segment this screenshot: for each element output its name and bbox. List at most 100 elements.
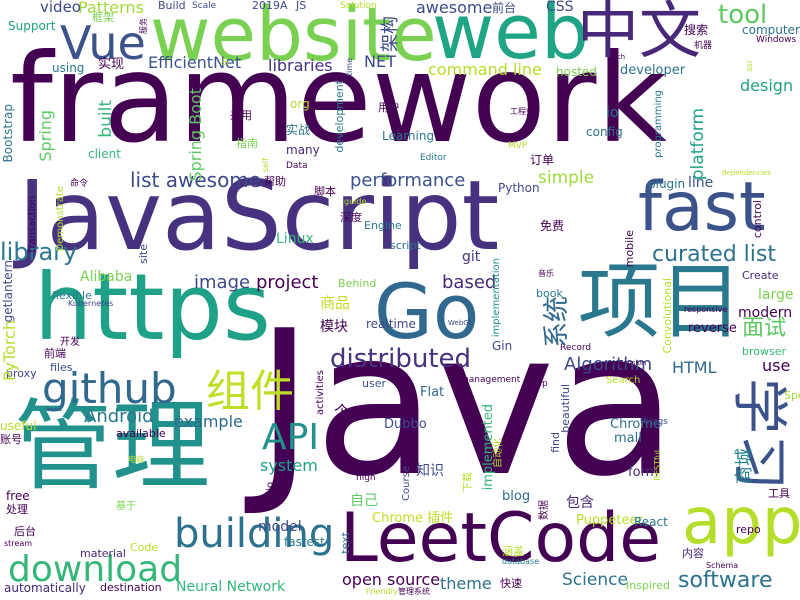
word-dingdan: 订单 bbox=[530, 153, 555, 167]
word-reverse: reverse bbox=[688, 321, 737, 336]
word-baohan: 包含 bbox=[566, 495, 594, 511]
word-command-line: command line bbox=[428, 60, 542, 79]
word-libraries: libraries bbox=[268, 56, 333, 75]
word-zhanghao: 账号 bbox=[0, 433, 22, 446]
word-net: NET bbox=[364, 52, 396, 71]
word-gl: gl bbox=[219, 58, 228, 66]
word-guide: guide bbox=[344, 197, 367, 206]
word-repo: repo bbox=[736, 523, 761, 536]
word-qianduan: 前端 bbox=[44, 347, 66, 360]
word-puppeteer: Puppeteer bbox=[576, 513, 643, 528]
word-code: Code bbox=[130, 541, 159, 554]
word-chuli: 处理 bbox=[6, 503, 28, 516]
word-extension: extension bbox=[612, 359, 647, 367]
word-han-gai: 涵盖 bbox=[502, 545, 524, 558]
word-course: Course bbox=[401, 466, 412, 501]
word-fuwu: 服务 bbox=[139, 18, 148, 34]
word-mvp: MVP bbox=[508, 141, 528, 151]
word-kuaisu: 快速 bbox=[500, 577, 522, 590]
word-alibaba: Alibaba bbox=[80, 269, 133, 285]
word-build: Build bbox=[158, 0, 186, 12]
word-css: CSS bbox=[546, 0, 574, 15]
word-example: example bbox=[174, 412, 243, 431]
word-jiaoben: 脚本 bbox=[314, 185, 336, 198]
word-hosted: hosted bbox=[556, 65, 597, 79]
word-kaifa: 开发 bbox=[60, 337, 80, 348]
word-script: script bbox=[390, 239, 421, 252]
word-mall: mall bbox=[614, 431, 642, 446]
word-fastest: fastest bbox=[284, 535, 325, 549]
word-jiagou: 架构 bbox=[380, 16, 401, 52]
word-mobile: mobile bbox=[623, 230, 636, 268]
word-large: large bbox=[758, 287, 794, 303]
word-activities: activities bbox=[315, 370, 326, 416]
word-support: Support bbox=[8, 19, 56, 33]
word-material: material bbox=[80, 547, 126, 560]
word-available: available bbox=[116, 427, 166, 440]
word-sousuo: 搜索 bbox=[684, 23, 709, 37]
word-windows: Windows bbox=[756, 35, 797, 45]
word-bangzhu: 帮助 bbox=[264, 175, 286, 188]
word-getlantern: getlantern bbox=[1, 260, 15, 323]
word-blog: blog bbox=[502, 489, 531, 504]
word-gin: Gin bbox=[492, 339, 513, 353]
word-client: client bbox=[88, 147, 121, 161]
word-design: design bbox=[740, 76, 794, 95]
word-music: 音乐 bbox=[538, 269, 554, 278]
word-org: org bbox=[290, 97, 310, 111]
word-simple: simple bbox=[538, 168, 595, 188]
word-video: video bbox=[40, 0, 81, 16]
word-zhishi: 知识 bbox=[416, 463, 444, 479]
word-user: user bbox=[362, 377, 386, 390]
word-kubernetes: Kubernetes bbox=[68, 299, 114, 308]
word-webgl: WebGL bbox=[448, 319, 473, 327]
word-platform: platform bbox=[688, 108, 708, 181]
word-development: development bbox=[333, 80, 346, 153]
word-restful: RESTful bbox=[653, 450, 662, 481]
word-learning: Learning bbox=[382, 129, 435, 143]
word-destination: destination bbox=[100, 581, 162, 594]
word-data: Data bbox=[286, 161, 308, 171]
word-time: time bbox=[345, 58, 354, 77]
word-shizhan: 实战 bbox=[286, 123, 311, 137]
word-audio: audio bbox=[265, 482, 276, 510]
word-high: high bbox=[356, 473, 376, 483]
word-moshi-block: 模块 bbox=[320, 319, 348, 335]
word-using: using bbox=[52, 61, 85, 75]
word-jiyu: 基于 bbox=[116, 501, 136, 512]
word-developer: developer bbox=[620, 63, 686, 78]
word-2019a: 2019A bbox=[252, 0, 288, 12]
word-python: Python bbox=[498, 181, 540, 195]
word-neural-network: Neural Network bbox=[176, 579, 286, 595]
word-science: Science bbox=[562, 570, 628, 590]
word-bootstrap: Bootstrap bbox=[1, 104, 15, 163]
word-gongchengshi: 工程师 bbox=[510, 107, 534, 116]
word-html: HTML bbox=[672, 358, 717, 377]
word-git: git bbox=[462, 249, 481, 265]
word-performance: performance bbox=[350, 170, 466, 191]
word-convolutional: Convolutional bbox=[661, 278, 674, 354]
word-text: text bbox=[339, 532, 352, 554]
word-built: built bbox=[96, 100, 116, 138]
word-schema: Schema bbox=[706, 561, 739, 570]
word-files: files bbox=[50, 361, 73, 374]
word-inspired: Inspired bbox=[626, 579, 671, 592]
word-solution: Solution bbox=[340, 1, 377, 11]
word-jiqi: 机器 bbox=[694, 41, 713, 51]
word-stream: stream bbox=[4, 539, 33, 548]
word-editor: Editor bbox=[420, 153, 447, 163]
word-awesome: awesome bbox=[416, 0, 493, 17]
word-engine: Engine bbox=[364, 219, 402, 232]
word-create: Create bbox=[742, 269, 779, 282]
word-beautiful: beautiful bbox=[559, 384, 572, 433]
word-site: site bbox=[137, 244, 150, 264]
word-project: project bbox=[256, 272, 319, 293]
word-behind: Behind bbox=[338, 277, 377, 290]
word-spring-boot: Spring Boot bbox=[186, 88, 205, 182]
word-scale: Scale bbox=[192, 1, 217, 11]
word-programming: programming bbox=[653, 90, 664, 158]
word-zidonghua: 自动化 bbox=[493, 438, 504, 468]
word-based: based bbox=[442, 272, 497, 293]
word-software: software bbox=[678, 568, 773, 593]
word-control: control bbox=[751, 200, 764, 239]
